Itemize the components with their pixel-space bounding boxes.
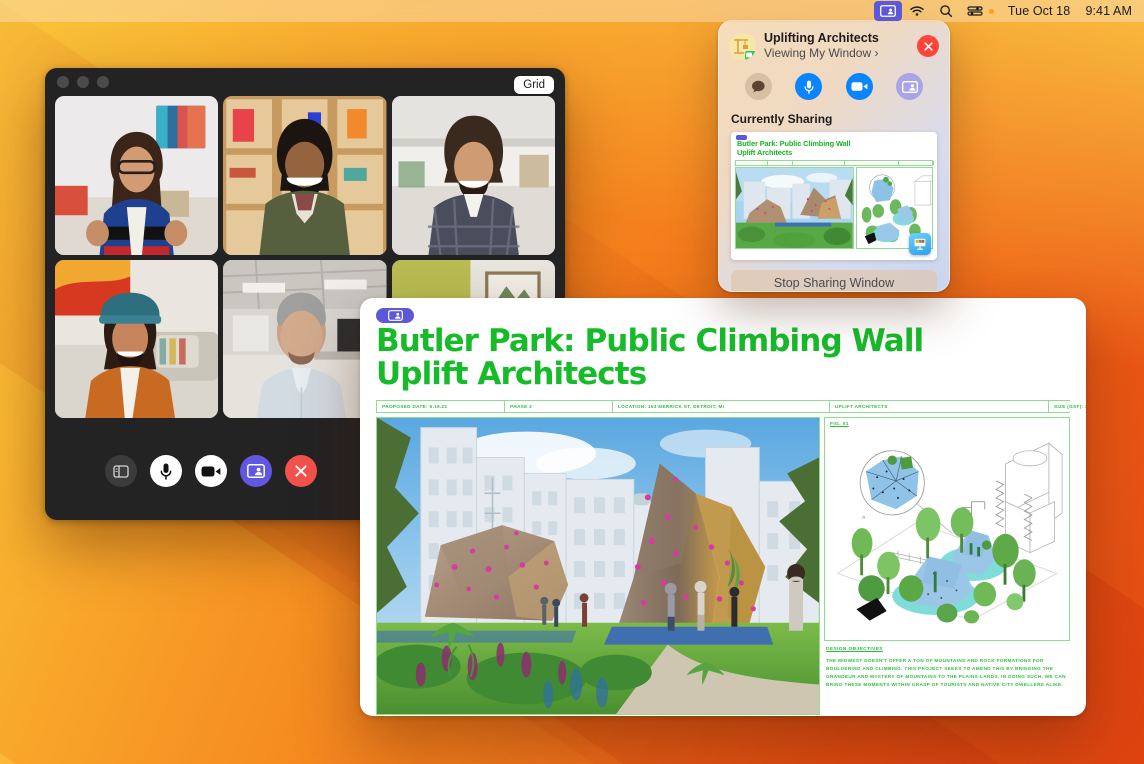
sharing-status[interactable]: Viewing My Window › bbox=[764, 46, 909, 61]
video-button[interactable] bbox=[195, 455, 227, 487]
sharing-status-label: Viewing My Window bbox=[764, 46, 872, 60]
shared-document-window[interactable]: Butler Park: Public Climbing Wall Uplift… bbox=[360, 298, 1086, 716]
grid-layout-button[interactable]: Grid bbox=[514, 76, 554, 94]
stop-sharing-button[interactable]: Stop Sharing Window bbox=[731, 270, 937, 291]
document-meta-bar: PROPOSED DATE: 6.19.22 PHASE 2 LOCATION:… bbox=[376, 400, 1086, 413]
participant-video bbox=[223, 96, 387, 255]
share-panel-actions bbox=[719, 61, 949, 110]
menubar-control-center[interactable] bbox=[960, 1, 1001, 21]
message-bubble-icon bbox=[751, 80, 766, 93]
currently-sharing-label: Currently Sharing bbox=[731, 112, 833, 126]
meta-cell: PHASE 2 bbox=[505, 401, 613, 412]
screen-share-icon bbox=[387, 310, 403, 321]
screen-share-badge-icon bbox=[736, 135, 747, 140]
menubar-time: 9:41 AM bbox=[1085, 4, 1132, 18]
screen-share-icon bbox=[247, 464, 265, 478]
render-artwork bbox=[377, 418, 819, 714]
preview-title: Butler Park: Public Climbing Wall Uplift… bbox=[731, 132, 937, 159]
preview-title-line2: Uplift Architects bbox=[737, 147, 793, 157]
wifi-icon bbox=[909, 5, 925, 17]
axonometric-diagram: A bbox=[830, 431, 1064, 629]
participant-video bbox=[55, 259, 219, 418]
preview-body bbox=[735, 167, 933, 250]
document-title: Butler Park: Public Climbing Wall Uplift… bbox=[376, 325, 1070, 391]
project-render-image bbox=[376, 417, 820, 715]
menubar-screen-share-indicator[interactable] bbox=[873, 1, 902, 21]
objectives-title: DESIGN OBJECTIVES bbox=[826, 647, 883, 652]
shared-window-preview[interactable]: Butler Park: Public Climbing Wall Uplift… bbox=[731, 132, 937, 260]
recording-indicator-dot bbox=[988, 8, 994, 14]
share-screen-button[interactable] bbox=[896, 73, 924, 100]
menubar-wifi[interactable] bbox=[902, 1, 932, 21]
meta-cell: PROPOSED DATE: 6.19.22 bbox=[377, 401, 505, 412]
search-icon bbox=[939, 4, 953, 18]
participant-tile[interactable] bbox=[391, 96, 555, 255]
share-panel-header: Uplifting Architects Viewing My Window › bbox=[719, 21, 949, 61]
avatar bbox=[729, 32, 756, 60]
share-screen-button[interactable] bbox=[240, 455, 272, 487]
site-diagram-figure: FIG. 01 A bbox=[824, 417, 1070, 641]
video-button[interactable] bbox=[845, 73, 873, 100]
keynote-icon bbox=[909, 233, 931, 255]
participant-tile[interactable] bbox=[223, 96, 387, 255]
document-title-line2: Uplift Architects bbox=[376, 356, 647, 392]
render-thumb-art bbox=[736, 168, 853, 249]
meta-cell: UPLIFT ARCHITECTS bbox=[830, 401, 1049, 412]
screen-sharing-panel[interactable]: Uplifting Architects Viewing My Window › bbox=[718, 20, 950, 292]
document-title-line1: Butler Park: Public Climbing Wall bbox=[376, 323, 924, 359]
participant-tile[interactable] bbox=[55, 96, 219, 255]
participant-video bbox=[55, 96, 219, 255]
menubar-spotlight[interactable] bbox=[932, 1, 960, 21]
video-camera-icon bbox=[201, 465, 221, 478]
meta-cell: SIZE (GSF): 35,650 bbox=[1049, 401, 1086, 412]
menu-bar: Tue Oct 18 9:41 AM bbox=[0, 0, 1144, 22]
microphone-icon bbox=[804, 80, 814, 94]
document-right-column: FIG. 01 A DESIGN OBJECTIVES THE MIDWEST … bbox=[824, 417, 1070, 715]
caller-name: Uplifting Architects bbox=[764, 31, 879, 45]
facetime-badge-icon bbox=[744, 49, 756, 60]
screen-share-badge bbox=[376, 308, 414, 323]
minimize-button[interactable] bbox=[77, 76, 89, 88]
close-icon bbox=[294, 464, 308, 478]
preview-meta-bar bbox=[735, 160, 934, 167]
menubar-clock[interactable]: Tue Oct 18 9:41 AM bbox=[1001, 1, 1134, 21]
message-button[interactable] bbox=[744, 73, 772, 100]
chevron-right-icon: › bbox=[874, 46, 879, 60]
sidebar-icon bbox=[113, 464, 129, 478]
participant-video bbox=[391, 96, 555, 255]
meta-cell: LOCATION: 153 MERRICK ST, DETROIT, MI bbox=[613, 401, 830, 412]
sidebar-button[interactable] bbox=[105, 455, 137, 487]
document-body: FIG. 01 A DESIGN OBJECTIVES THE MIDWEST … bbox=[376, 417, 1070, 715]
close-button[interactable] bbox=[57, 76, 69, 88]
participant-tile[interactable] bbox=[55, 259, 219, 418]
microphone-icon bbox=[160, 463, 172, 480]
preview-render-thumb bbox=[735, 167, 854, 250]
desktop: Tue Oct 18 9:41 AM Grid Uplifting Archit… bbox=[0, 0, 1144, 764]
close-panel-button[interactable] bbox=[917, 35, 939, 57]
menubar-date: Tue Oct 18 bbox=[1007, 4, 1071, 18]
microphone-button[interactable] bbox=[795, 73, 823, 100]
design-objectives-block: DESIGN OBJECTIVES THE MIDWEST DOESN'T OF… bbox=[824, 645, 1070, 715]
screen-share-icon bbox=[901, 80, 918, 93]
end-call-button[interactable] bbox=[285, 455, 317, 487]
caller-info: Uplifting Architects Viewing My Window › bbox=[764, 31, 909, 61]
video-camera-icon bbox=[851, 81, 868, 92]
control-center-icon bbox=[967, 5, 983, 17]
window-traffic-lights bbox=[57, 76, 109, 88]
zoom-button[interactable] bbox=[97, 76, 109, 88]
screen-share-icon bbox=[880, 5, 896, 17]
facetime-titlebar: Grid bbox=[45, 68, 565, 96]
objectives-text: THE MIDWEST DOESN'T OFFER A TON OF MOUNT… bbox=[826, 658, 1066, 688]
microphone-button[interactable] bbox=[150, 455, 182, 487]
